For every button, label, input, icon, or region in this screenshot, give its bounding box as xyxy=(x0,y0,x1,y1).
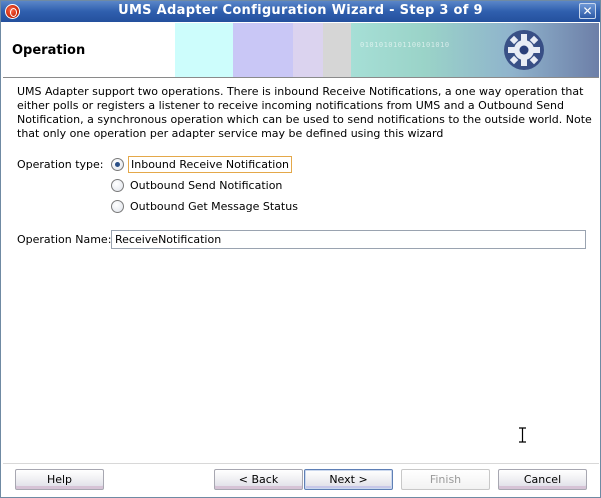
footer-divider xyxy=(3,463,599,464)
next-button[interactable]: Next > xyxy=(304,469,393,490)
cancel-button[interactable]: Cancel xyxy=(498,469,587,490)
wizard-header: Operation 0101010101100101010 xyxy=(3,23,599,77)
help-button[interactable]: Help xyxy=(15,469,104,490)
window-title: UMS Adapter Configuration Wizard - Step … xyxy=(118,3,483,18)
header-banner: 0101010101100101010 xyxy=(175,23,599,77)
radio-button[interactable] xyxy=(111,199,124,213)
operation-name-input[interactable] xyxy=(111,230,586,249)
title-bar[interactable]: UMS Adapter Configuration Wizard - Step … xyxy=(1,1,600,22)
header-divider xyxy=(3,77,599,78)
radio-label[interactable]: Inbound Receive Notification xyxy=(128,155,293,173)
radio-button[interactable] xyxy=(111,178,124,192)
radio-label[interactable]: Outbound Send Notification xyxy=(128,178,284,193)
finish-button[interactable]: Finish xyxy=(401,469,490,490)
back-button[interactable]: < Back xyxy=(214,469,303,490)
operation-description: UMS Adapter support two operations. Ther… xyxy=(17,85,592,140)
text-cursor-icon xyxy=(519,427,526,443)
radio-button[interactable] xyxy=(111,157,124,171)
page-title: Operation xyxy=(12,43,86,58)
gear-icon xyxy=(504,30,544,70)
radio-label[interactable]: Outbound Get Message Status xyxy=(128,199,300,214)
banner-binary-text: 0101010101100101010 xyxy=(360,41,450,49)
operation-type-label: Operation type: xyxy=(17,158,104,171)
wizard-window: UMS Adapter Configuration Wizard - Step … xyxy=(0,0,601,498)
operation-name-label: Operation Name: xyxy=(17,233,112,246)
radio-inbound-receive[interactable]: Inbound Receive Notification xyxy=(111,155,293,173)
radio-outbound-get-status[interactable]: Outbound Get Message Status xyxy=(111,197,300,215)
close-button[interactable]: ✕ xyxy=(579,3,596,19)
radio-outbound-send[interactable]: Outbound Send Notification xyxy=(111,176,284,194)
